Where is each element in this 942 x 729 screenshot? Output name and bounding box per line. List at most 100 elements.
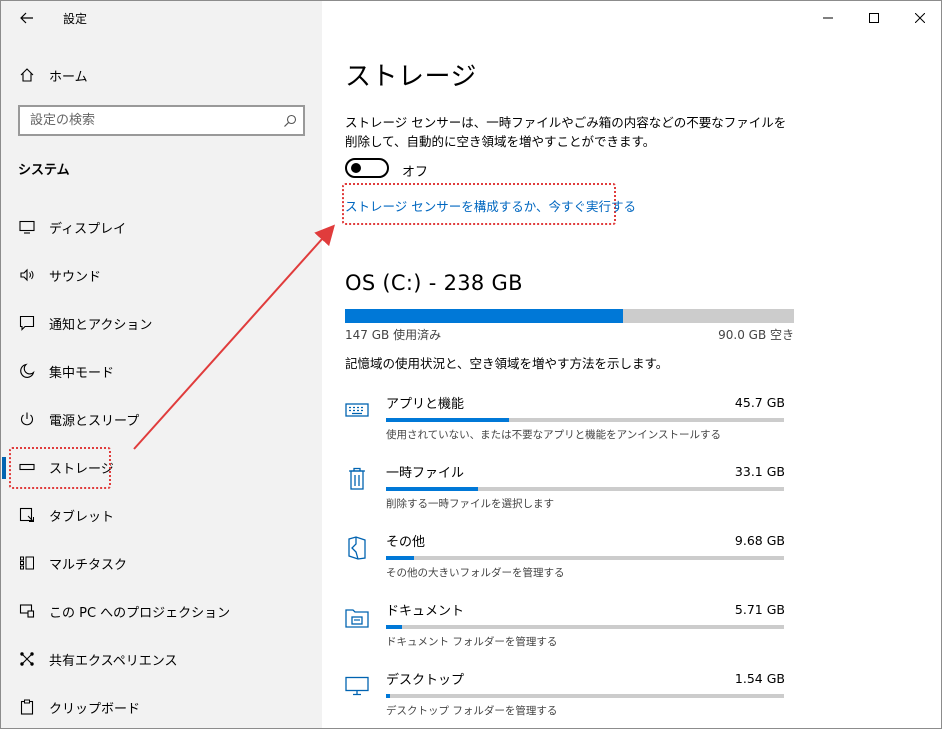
share-icon — [18, 650, 36, 668]
notification-icon — [18, 314, 36, 332]
trash-icon — [345, 467, 369, 491]
sidebar-item-projection[interactable]: この PC へのプロジェクション — [1, 587, 322, 635]
sidebar-item-clipboard[interactable]: クリップボード — [1, 683, 322, 728]
toggle-knob — [351, 163, 361, 173]
drive-title: OS (C:) - 238 GB — [345, 271, 523, 295]
drive-usage-fill — [345, 309, 624, 323]
toggle-state-label: オフ — [402, 165, 429, 180]
window-title: 設定 — [63, 12, 88, 26]
multitask-icon — [18, 554, 36, 572]
sidebar-item-label: クリップボード — [49, 701, 141, 717]
main-content: ストレージ ストレージ センサーは、一時ファイルやごみ箱の内容などの不要なファイ… — [322, 1, 941, 728]
category-other[interactable]: その他 9.68 GB その他の大きいフォルダーを管理する — [345, 528, 785, 597]
nav-home[interactable]: ホーム — [1, 59, 322, 91]
category-hint: 使用されていない、または不要なアプリと機能をアンインストールする — [386, 429, 722, 441]
search-box[interactable] — [18, 105, 305, 136]
keyboard-icon — [345, 398, 369, 422]
back-button[interactable] — [13, 7, 41, 29]
category-hint: ドキュメント フォルダーを管理する — [386, 636, 558, 648]
category-bar-fill — [386, 556, 414, 560]
sidebar-item-notifications[interactable]: 通知とアクション — [1, 299, 322, 347]
sidebar-item-label: ディスプレイ — [49, 221, 127, 237]
category-bar-fill — [386, 418, 510, 422]
home-icon — [19, 67, 35, 83]
sidebar-item-shared-experiences[interactable]: 共有エクスペリエンス — [1, 635, 322, 683]
window-controls — [805, 1, 941, 35]
nav-home-label: ホーム — [49, 69, 88, 85]
back-arrow-icon — [20, 12, 33, 24]
category-size: 9.68 GB — [734, 533, 785, 548]
sidebar-item-power[interactable]: 電源とスリープ — [1, 395, 322, 443]
minimize-button[interactable] — [805, 1, 851, 35]
sidebar-item-sound[interactable]: サウンド — [1, 251, 322, 299]
sidebar-item-multitasking[interactable]: マルチタスク — [1, 539, 322, 587]
category-bar — [386, 487, 784, 491]
close-icon — [915, 13, 925, 23]
category-apps[interactable]: アプリと機能 45.7 GB 使用されていない、または不要なアプリと機能をアンイ… — [345, 390, 785, 459]
category-hint: 削除する一時ファイルを選択します — [386, 498, 554, 510]
close-button[interactable] — [897, 1, 941, 35]
storage-sense-description: ストレージ センサーは、一時ファイルやごみ箱の内容などの不要なファイルを削除して… — [345, 115, 787, 149]
sidebar: 設定 ホーム システム ディスプレイ — [1, 1, 322, 728]
settings-window: 設定 ホーム システム ディスプレイ — [0, 0, 942, 729]
desktop-icon — [345, 674, 369, 698]
category-desktop[interactable]: デスクトップ 1.54 GB デスクトップ フォルダーを管理する — [345, 666, 785, 728]
configure-storage-sense-link[interactable]: ストレージ センサーを構成するか、今すぐ実行する — [345, 196, 636, 215]
projection-icon — [18, 602, 36, 620]
sidebar-item-label: 通知とアクション — [49, 317, 153, 333]
category-bar-fill — [386, 625, 402, 629]
sidebar-item-label: 電源とスリープ — [49, 413, 140, 429]
category-name: デスクトップ — [386, 673, 465, 688]
sidebar-item-label: 集中モード — [49, 365, 115, 381]
category-name: ドキュメント — [386, 604, 465, 619]
clipboard-icon — [18, 698, 36, 716]
other-icon — [345, 536, 369, 560]
category-name: その他 — [386, 535, 426, 550]
category-size: 33.1 GB — [734, 464, 785, 479]
category-bar — [386, 556, 784, 560]
category-hint: デスクトップ フォルダーを管理する — [386, 705, 558, 717]
speaker-icon — [18, 266, 36, 284]
category-bar-fill — [386, 487, 478, 491]
search-icon[interactable] — [283, 113, 297, 127]
tablet-icon — [18, 506, 36, 524]
sidebar-item-label: この PC へのプロジェクション — [49, 605, 231, 621]
category-size: 5.71 GB — [734, 602, 785, 617]
drive-usage-bar[interactable] — [345, 309, 794, 323]
category-name: アプリと機能 — [386, 397, 465, 412]
category-size: 1.54 GB — [734, 671, 785, 686]
sidebar-item-label: タブレット — [49, 509, 115, 525]
page-title: ストレージ — [345, 62, 477, 92]
sidebar-item-display[interactable]: ディスプレイ — [1, 203, 322, 251]
drive-free-label: 90.0 GB 空き — [718, 328, 794, 342]
category-hint: その他の大きいフォルダーを管理する — [386, 567, 565, 579]
drive-used-label: 147 GB 使用済み — [345, 328, 442, 342]
annotation-highlight-storage — [9, 447, 111, 489]
maximize-button[interactable] — [851, 1, 897, 35]
search-input[interactable] — [20, 107, 270, 134]
category-bar — [386, 694, 784, 698]
category-bar — [386, 418, 784, 422]
storage-sense-toggle[interactable] — [345, 158, 389, 178]
category-documents[interactable]: ドキュメント 5.71 GB ドキュメント フォルダーを管理する — [345, 597, 785, 666]
category-temp-files[interactable]: 一時ファイル 33.1 GB 削除する一時ファイルを選択します — [345, 459, 785, 528]
maximize-icon — [869, 13, 879, 23]
monitor-icon — [18, 218, 36, 236]
storage-categories: アプリと機能 45.7 GB 使用されていない、または不要なアプリと機能をアンイ… — [345, 390, 785, 728]
drive-usage-description: 記憶域の使用状況と、空き領域を増やす方法を示します。 — [345, 356, 669, 371]
sidebar-item-label: サウンド — [49, 269, 102, 285]
moon-icon — [18, 362, 36, 380]
power-icon — [18, 410, 36, 428]
sidebar-item-focus-assist[interactable]: 集中モード — [1, 347, 322, 395]
minimize-icon — [823, 17, 833, 19]
section-label: システム — [18, 163, 70, 178]
documents-icon — [345, 605, 369, 629]
category-size: 45.7 GB — [734, 395, 785, 410]
category-name: 一時ファイル — [386, 466, 465, 481]
sidebar-item-tablet[interactable]: タブレット — [1, 491, 322, 539]
category-bar — [386, 625, 784, 629]
title-bar: 設定 — [1, 1, 322, 35]
sidebar-item-label: 共有エクスペリエンス — [49, 653, 178, 669]
category-bar-fill — [386, 694, 390, 698]
sidebar-item-label: マルチタスク — [49, 557, 128, 573]
